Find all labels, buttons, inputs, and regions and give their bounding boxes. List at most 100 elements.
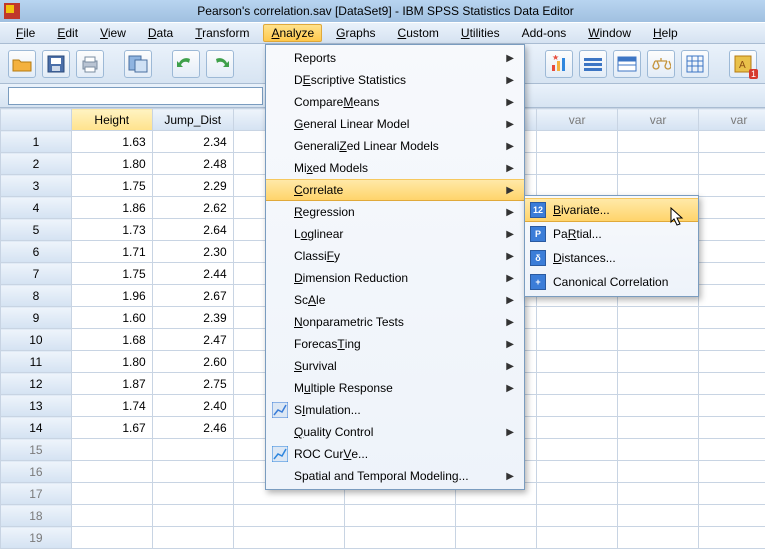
row-header[interactable]: 8 (1, 285, 72, 307)
cell-empty[interactable] (152, 461, 233, 483)
cell-empty[interactable] (344, 505, 455, 527)
menu-custom[interactable]: Custom (390, 24, 447, 42)
cell-empty[interactable] (537, 439, 618, 461)
cell[interactable]: 1.71 (71, 241, 152, 263)
cell-empty[interactable] (698, 263, 765, 285)
cell-empty[interactable] (618, 153, 699, 175)
row-header[interactable]: 2 (1, 153, 72, 175)
cell[interactable]: 1.80 (71, 153, 152, 175)
menu-item-simulation[interactable]: SImulation... (266, 399, 524, 421)
row-header[interactable]: 11 (1, 351, 72, 373)
select-button[interactable] (681, 50, 709, 78)
cell[interactable]: 2.48 (152, 153, 233, 175)
menu-item-descriptive-statistics[interactable]: DEscriptive Statistics▶ (266, 69, 524, 91)
menu-item-forecasting[interactable]: ForecasTing▶ (266, 333, 524, 355)
cell-empty[interactable] (537, 395, 618, 417)
cell[interactable]: 2.39 (152, 307, 233, 329)
cell-empty[interactable] (152, 439, 233, 461)
cell[interactable]: 2.64 (152, 219, 233, 241)
cell[interactable]: 2.62 (152, 197, 233, 219)
cell-empty[interactable] (618, 439, 699, 461)
col-var[interactable]: var (698, 109, 765, 131)
row-header[interactable]: 12 (1, 373, 72, 395)
cell-empty[interactable] (537, 417, 618, 439)
cell[interactable]: 1.86 (71, 197, 152, 219)
cell[interactable]: 2.44 (152, 263, 233, 285)
cell-empty[interactable] (698, 329, 765, 351)
cell-empty[interactable] (537, 153, 618, 175)
cell-empty[interactable] (698, 461, 765, 483)
recall-dialog-button[interactable] (124, 50, 152, 78)
menu-item-reports[interactable]: Reports▶ (266, 47, 524, 69)
menu-utilities[interactable]: Utilities (453, 24, 508, 42)
cell[interactable]: 1.75 (71, 263, 152, 285)
cell-empty[interactable] (618, 351, 699, 373)
cell[interactable]: 2.67 (152, 285, 233, 307)
menu-item-mixed-models[interactable]: Mixed Models▶ (266, 157, 524, 179)
cell[interactable]: 1.67 (71, 417, 152, 439)
cell[interactable]: 2.29 (152, 175, 233, 197)
cell-empty[interactable] (698, 285, 765, 307)
cell-empty[interactable] (618, 307, 699, 329)
cell-empty[interactable] (698, 395, 765, 417)
menu-edit[interactable]: Edit (49, 24, 86, 42)
cell-empty[interactable] (71, 505, 152, 527)
cell-empty[interactable] (344, 527, 455, 549)
cell-empty[interactable] (456, 505, 537, 527)
menu-item-correlate[interactable]: Correlate▶ (266, 179, 524, 201)
row-header[interactable]: 4 (1, 197, 72, 219)
menu-item-quality-control[interactable]: Quality Control▶ (266, 421, 524, 443)
cell-empty[interactable] (618, 461, 699, 483)
cell-empty[interactable] (71, 483, 152, 505)
cell-empty[interactable] (537, 307, 618, 329)
menu-item-regression[interactable]: Regression▶ (266, 201, 524, 223)
menu-item-classify[interactable]: ClassiFy▶ (266, 245, 524, 267)
menu-item-compare-means[interactable]: Compare Means▶ (266, 91, 524, 113)
cell[interactable]: 2.30 (152, 241, 233, 263)
cell-empty[interactable] (618, 483, 699, 505)
cell-empty[interactable] (698, 417, 765, 439)
cell-empty[interactable] (698, 153, 765, 175)
menu-window[interactable]: Window (580, 24, 639, 42)
menu-transform[interactable]: Transform (187, 24, 257, 42)
menu-view[interactable]: View (92, 24, 134, 42)
row-header[interactable]: 7 (1, 263, 72, 285)
row-header[interactable]: 18 (1, 505, 72, 527)
cell-empty[interactable] (698, 483, 765, 505)
col-height[interactable]: Height (71, 109, 152, 131)
cell-empty[interactable] (618, 417, 699, 439)
cell-empty[interactable] (698, 527, 765, 549)
cell-empty[interactable] (537, 505, 618, 527)
menu-item-nonparametric-tests[interactable]: Nonparametric Tests▶ (266, 311, 524, 333)
menu-item-roc-curve[interactable]: ROC CurVe... (266, 443, 524, 465)
row-header[interactable]: 9 (1, 307, 72, 329)
cell-empty[interactable] (698, 219, 765, 241)
chart-button[interactable]: ★ (545, 50, 573, 78)
cell[interactable]: 1.96 (71, 285, 152, 307)
cell-value-box[interactable] (8, 87, 263, 105)
row-header[interactable]: 17 (1, 483, 72, 505)
menu-item-dimension-reduction[interactable]: Dimension Reduction▶ (266, 267, 524, 289)
cell-empty[interactable] (233, 527, 344, 549)
menu-item-generalized-linear-models[interactable]: GeneraliZed Linear Models▶ (266, 135, 524, 157)
submenu-item-bivariate[interactable]: 12Bivariate... (525, 198, 698, 222)
row-header[interactable]: 6 (1, 241, 72, 263)
cell-empty[interactable] (698, 241, 765, 263)
cell[interactable]: 1.60 (71, 307, 152, 329)
cell-empty[interactable] (618, 505, 699, 527)
row-header[interactable]: 10 (1, 329, 72, 351)
cell-empty[interactable] (618, 395, 699, 417)
row-header[interactable]: 3 (1, 175, 72, 197)
menu-add-ons[interactable]: Add-ons (514, 24, 575, 42)
cell[interactable]: 2.60 (152, 351, 233, 373)
cell[interactable]: 1.80 (71, 351, 152, 373)
cell-empty[interactable] (618, 527, 699, 549)
menu-item-spatial-and-temporal-modeling[interactable]: Spatial and Temporal Modeling...▶ (266, 465, 524, 487)
submenu-item-canonical-correlation[interactable]: +Canonical Correlation (525, 270, 698, 294)
menu-data[interactable]: Data (140, 24, 181, 42)
cell[interactable]: 1.75 (71, 175, 152, 197)
cell-empty[interactable] (537, 329, 618, 351)
menu-graphs[interactable]: Graphs (328, 24, 383, 42)
save-button[interactable] (42, 50, 70, 78)
cell-empty[interactable] (698, 307, 765, 329)
